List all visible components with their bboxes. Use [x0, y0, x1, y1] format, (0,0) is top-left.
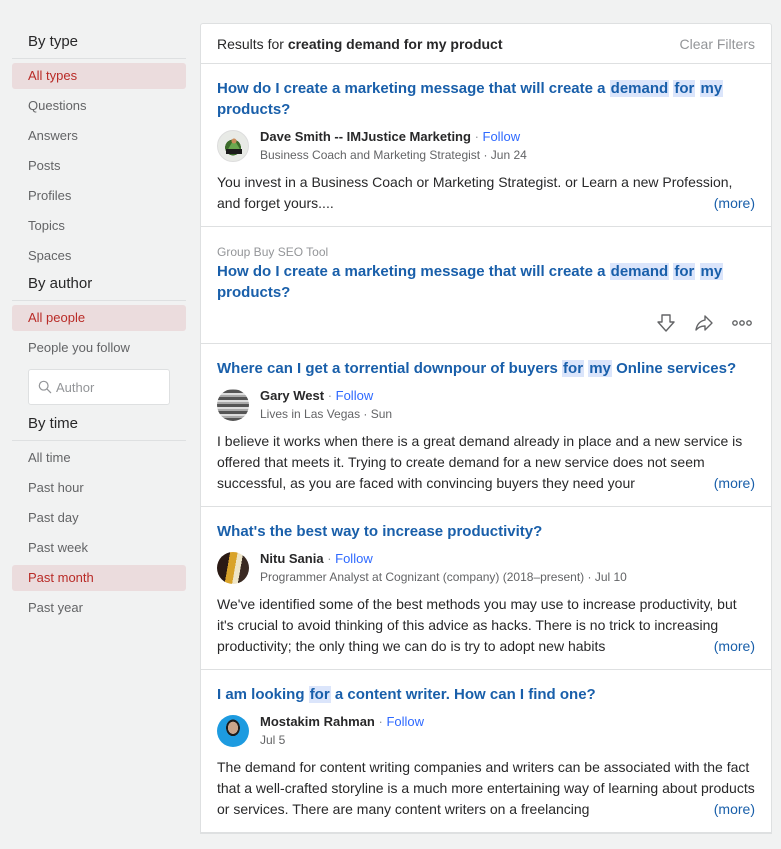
title-text [695, 263, 699, 280]
query-highlight: for [673, 263, 696, 280]
by-type-heading: By type [12, 24, 186, 59]
filter-spaces[interactable]: Spaces [12, 243, 186, 269]
title-text: products? [217, 284, 291, 301]
author-line: Gary West · Follow [260, 388, 374, 403]
title-text: Online services? [611, 360, 737, 377]
query-highlight: my [699, 80, 724, 97]
author-input[interactable] [56, 379, 156, 395]
result-title[interactable]: I am looking for a content writer. How c… [217, 684, 755, 705]
filter-topics[interactable]: Topics [12, 213, 186, 239]
avatar[interactable] [217, 552, 249, 584]
query-highlight: demand [609, 263, 670, 280]
result-title[interactable]: How do I create a marketing message that… [217, 261, 755, 303]
snippet-text: The demand for content writing companies… [217, 759, 755, 817]
author-line: Nitu Sania · Follow [260, 551, 373, 566]
avatar[interactable] [217, 130, 249, 162]
author-name[interactable]: Mostakim Rahman [260, 714, 375, 729]
filter-past-year[interactable]: Past year [12, 595, 186, 621]
result-title[interactable]: What's the best way to increase producti… [217, 521, 755, 542]
filter-people-you-follow[interactable]: People you follow [12, 335, 186, 361]
filter-sidebar: By type All types Questions Answers Post… [12, 24, 186, 625]
result-title[interactable]: How do I create a marketing message that… [217, 78, 755, 120]
filter-past-day[interactable]: Past day [12, 505, 186, 531]
query-highlight: for [562, 360, 585, 377]
action-bar [217, 313, 755, 333]
title-text: How do I create a marketing message that… [217, 263, 610, 280]
by-author-heading: By author [12, 269, 186, 301]
author-row: Nitu Sania · Follow Programmer Analyst a… [217, 550, 755, 586]
results-prefix: Results for [217, 35, 288, 52]
downvote-icon[interactable] [655, 313, 677, 333]
follow-button[interactable]: Follow [336, 388, 374, 403]
filter-answers[interactable]: Answers [12, 123, 186, 149]
title-text [695, 80, 699, 97]
author-row: Dave Smith -- IMJustice Marketing · Foll… [217, 128, 755, 164]
follow-button[interactable]: Follow [335, 551, 373, 566]
search-icon [38, 380, 52, 394]
filter-all-types[interactable]: All types [12, 63, 186, 89]
follow-button[interactable]: Follow [483, 129, 521, 144]
result-item: I am looking for a content writer. How c… [201, 670, 771, 833]
snippet-text: I believe it works when there is a great… [217, 433, 743, 491]
author-credential: Business Coach and Marketing Strategist … [260, 148, 527, 162]
author-credential: Lives in Las Vegas · Sun [260, 407, 393, 421]
title-text: I am looking [217, 686, 309, 703]
more-link[interactable]: (more) [689, 799, 755, 820]
title-text: Where can I get a torrential downpour of… [217, 360, 563, 377]
query-highlight: for [673, 80, 696, 97]
title-text: a content writer. How can I find one? [330, 686, 596, 703]
results-header: Results for creating demand for my produ… [201, 24, 771, 64]
more-link[interactable]: (more) [689, 473, 755, 494]
avatar[interactable] [217, 715, 249, 747]
results-panel: Results for creating demand for my produ… [200, 23, 772, 834]
snippet-text: You invest in a Business Coach or Market… [217, 174, 733, 211]
snippet-text: We've identified some of the best method… [217, 596, 737, 654]
query-highlight: for [308, 686, 331, 703]
result-item: How do I create a marketing message that… [201, 64, 771, 227]
filter-past-week[interactable]: Past week [12, 535, 186, 561]
author-credential: Jul 5 [260, 733, 286, 747]
filter-all-time[interactable]: All time [12, 445, 186, 471]
filter-all-people[interactable]: All people [12, 305, 186, 331]
author-credential: Programmer Analyst at Cognizant (company… [260, 570, 627, 584]
author-line: Dave Smith -- IMJustice Marketing · Foll… [260, 129, 521, 144]
result-title[interactable]: Where can I get a torrential downpour of… [217, 358, 755, 379]
result-snippet: You invest in a Business Coach or Market… [217, 172, 755, 214]
avatar[interactable] [217, 389, 249, 421]
author-name[interactable]: Gary West [260, 388, 324, 403]
result-snippet: The demand for content writing companies… [217, 757, 755, 820]
query-highlight: my [588, 360, 612, 377]
by-time-heading: By time [12, 413, 186, 441]
author-row: Mostakim Rahman · Follow Jul 5 [217, 713, 755, 749]
space-name[interactable]: Group Buy SEO Tool [217, 245, 755, 259]
result-item: Where can I get a torrential downpour of… [201, 344, 771, 507]
result-item: What's the best way to increase producti… [201, 507, 771, 670]
more-options-icon[interactable] [731, 313, 753, 333]
filter-profiles[interactable]: Profiles [12, 183, 186, 209]
follow-button[interactable]: Follow [386, 714, 424, 729]
result-snippet: I believe it works when there is a great… [217, 431, 755, 494]
author-line: Mostakim Rahman · Follow [260, 714, 425, 729]
more-link[interactable]: (more) [689, 636, 755, 657]
title-text: How do I create a marketing message that… [217, 80, 610, 97]
author-name[interactable]: Dave Smith -- IMJustice Marketing [260, 129, 471, 144]
filter-posts[interactable]: Posts [12, 153, 186, 179]
filter-past-hour[interactable]: Past hour [12, 475, 186, 501]
results-heading: Results for creating demand for my produ… [217, 36, 503, 52]
title-text: products? [217, 101, 291, 118]
query-highlight: demand [609, 80, 670, 97]
author-search-box[interactable] [28, 369, 170, 405]
author-name[interactable]: Nitu Sania [260, 551, 324, 566]
result-item-promoted: Group Buy SEO Tool How do I create a mar… [201, 227, 771, 344]
filter-questions[interactable]: Questions [12, 93, 186, 119]
search-query: creating demand for my product [287, 35, 503, 52]
author-row: Gary West · Follow Lives in Las Vegas · … [217, 387, 755, 423]
filter-past-month[interactable]: Past month [12, 565, 186, 591]
clear-filters-button[interactable]: Clear Filters [680, 36, 755, 52]
logo-icon [226, 138, 242, 154]
result-snippet: We've identified some of the best method… [217, 594, 755, 657]
query-highlight: my [699, 263, 724, 280]
share-icon[interactable] [693, 313, 715, 333]
more-link[interactable]: (more) [689, 193, 755, 214]
